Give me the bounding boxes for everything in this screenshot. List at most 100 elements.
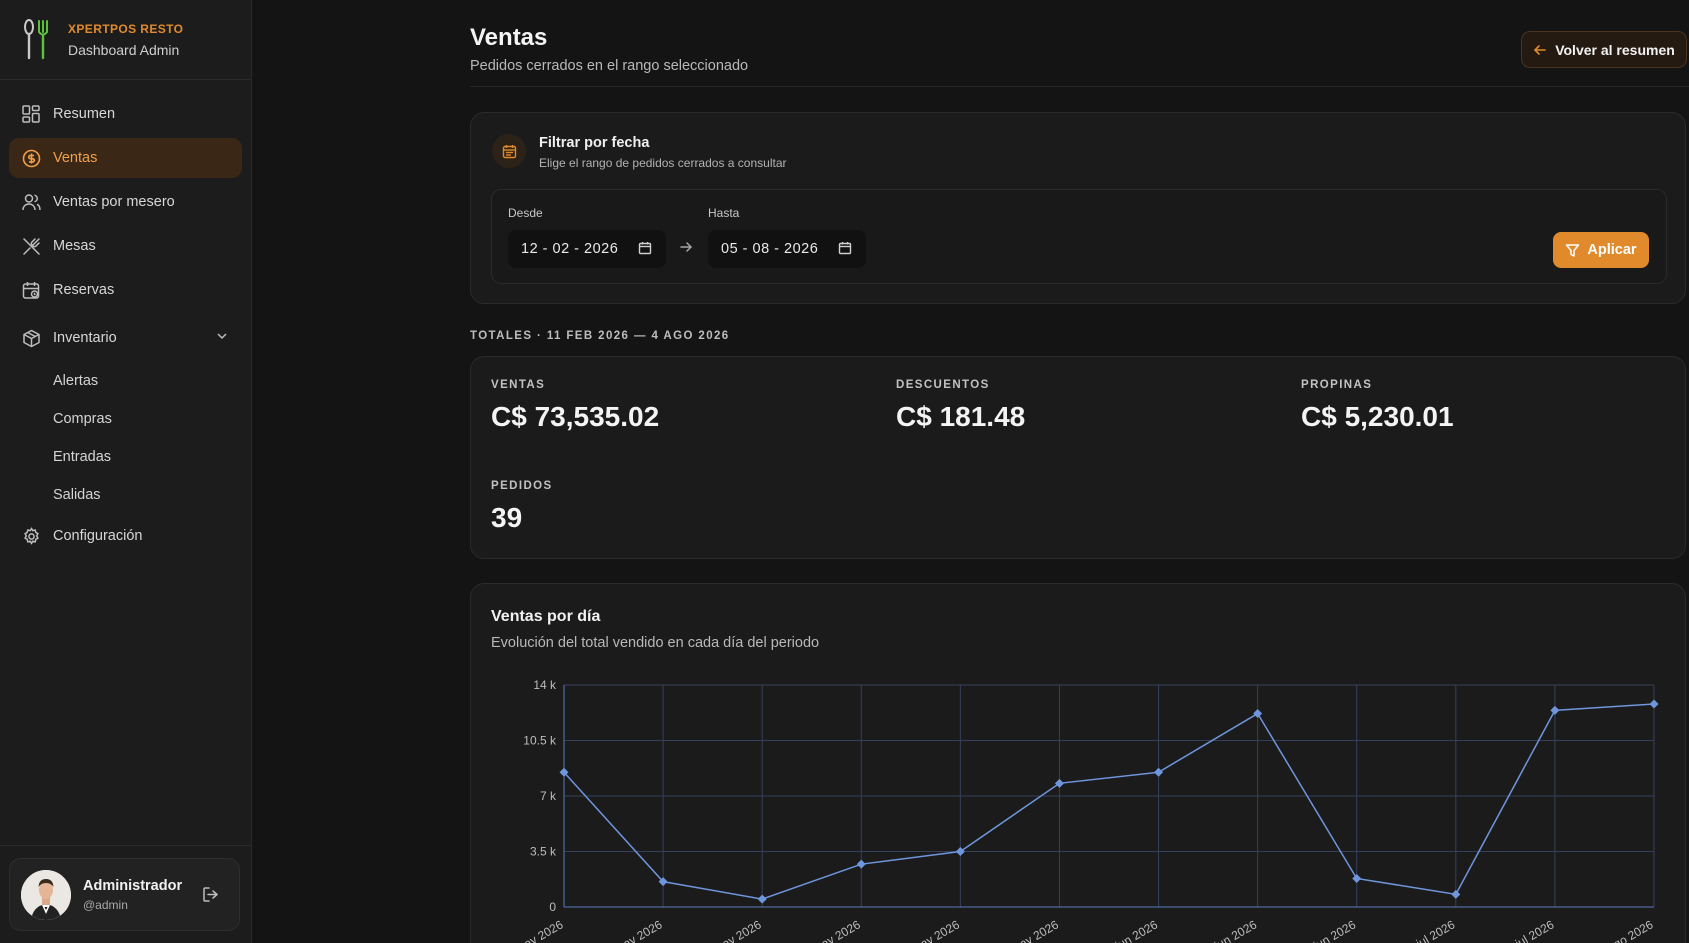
- calendar-icon[interactable]: [838, 241, 852, 259]
- main-content: Ventas Pedidos cerrados en el rango sele…: [470, 0, 1689, 943]
- x-tick-label: jul 2026: [1413, 917, 1458, 943]
- sidebar-subitem-compras[interactable]: Compras: [0, 400, 251, 438]
- gear-icon: [21, 526, 41, 546]
- x-tick-label: jun 2026: [1112, 917, 1160, 943]
- y-tick-label: 10.5 k: [523, 734, 557, 748]
- sidebar-item-resumen[interactable]: Resumen: [9, 94, 242, 134]
- from-label: Desde: [508, 206, 543, 220]
- to-label: Hasta: [708, 206, 740, 220]
- sidebar-subitem-entradas[interactable]: Entradas: [0, 438, 251, 476]
- from-date-value: 12 - 02 - 2026: [521, 241, 619, 257]
- x-tick-label: jul 2026: [1512, 917, 1557, 943]
- stat-value: C$ 181.48: [896, 401, 1026, 432]
- filter-title: Filtrar por fecha: [539, 135, 650, 151]
- user-card[interactable]: Administrador @admin: [9, 858, 240, 931]
- stat-value: C$ 73,535.02: [491, 401, 660, 432]
- sales-by-day-chart-card: Ventas por día Evolución del total vendi…: [470, 583, 1686, 943]
- back-button-label: Volver al resumen: [1555, 41, 1675, 58]
- sidebar-item-label: Resumen: [53, 106, 116, 122]
- stat-descuentos: DESCUENTOS C$ 181.48: [896, 379, 1025, 433]
- data-point: [1253, 709, 1263, 719]
- y-tick-label: 14 k: [533, 678, 557, 692]
- user-name: Administrador: [83, 877, 183, 894]
- data-point: [1352, 873, 1362, 883]
- sales-line-chart: 0 3.5 k 7 k 10.5 k 14 k may 2026 may 2026 may 2…: [513, 678, 1659, 943]
- sidebar-item-reservas[interactable]: Reservas: [9, 270, 242, 310]
- apply-button-label: Aplicar: [1587, 242, 1637, 258]
- stat-label: DESCUENTOS: [896, 379, 990, 391]
- sidebar-subitem-salidas[interactable]: Salidas: [0, 476, 251, 514]
- sidebar-item-label: Ventas: [53, 150, 98, 166]
- stat-pedidos: PEDIDOS 39: [491, 480, 553, 534]
- dollar-circle-icon: [21, 148, 41, 168]
- y-tick-label: 0: [549, 900, 556, 914]
- x-tick-label: may 2026: [513, 917, 566, 943]
- data-point: [1154, 767, 1164, 777]
- page-title: Ventas: [470, 24, 548, 51]
- series-line: [563, 703, 1655, 900]
- x-tick-label: may 2026: [1008, 917, 1061, 943]
- filter-icon: [1566, 243, 1580, 257]
- y-tick-label: 7 k: [540, 789, 557, 803]
- sidebar-nav: Resumen Ventas Ventas por mesero Mesas R…: [0, 80, 251, 556]
- stat-propinas: PROPINAS C$ 5,230.01: [1301, 379, 1454, 433]
- sidebar-item-inventario[interactable]: Inventario: [9, 318, 242, 358]
- logout-icon[interactable]: [202, 886, 219, 908]
- stat-value: 39: [491, 502, 523, 533]
- stat-label: PROPINAS: [1301, 379, 1373, 391]
- sidebar-item-configuracion[interactable]: Configuración: [9, 516, 242, 556]
- avatar: [21, 869, 71, 920]
- brand-name: XPERTPOS RESTO: [68, 21, 184, 36]
- chevron-down-icon[interactable]: [216, 330, 228, 346]
- x-tick-label: may 2026: [810, 917, 863, 943]
- data-point: [955, 847, 965, 856]
- data-point: [1451, 889, 1461, 899]
- x-tick-label: jun 2026: [1211, 917, 1259, 943]
- totals-range-label: TOTALES · 11 FEB 2026 — 4 AGO 2026: [470, 330, 730, 342]
- data-point: [1054, 778, 1064, 788]
- calendar-clock-icon: [21, 280, 41, 300]
- data-point: [1550, 705, 1560, 715]
- brand-subtitle: Dashboard Admin: [68, 41, 180, 58]
- x-tick-label: jun 2026: [1310, 917, 1358, 943]
- utensils-crossed-icon: [21, 236, 41, 256]
- stat-value: C$ 5,230.01: [1301, 401, 1454, 432]
- brand: XPERTPOS RESTO Dashboard Admin: [0, 0, 251, 80]
- sidebar-item-ventas[interactable]: Ventas: [9, 138, 242, 178]
- arrow-right-icon: [679, 240, 693, 259]
- stat-label: PEDIDOS: [491, 480, 553, 492]
- page-subtitle: Pedidos cerrados en el rango seleccionad…: [470, 58, 749, 74]
- sidebar-item-ventas-por-mesero[interactable]: Ventas por mesero: [9, 182, 242, 222]
- sidebar-item-label: Inventario: [53, 330, 117, 346]
- filter-subtitle: Elige el rango de pedidos cerrados a con…: [539, 156, 787, 170]
- totals-card: VENTAS C$ 73,535.02 DESCUENTOS C$ 181.48…: [470, 356, 1686, 559]
- date-filter-card: Filtrar por fecha Elige el rango de pedi…: [470, 112, 1686, 304]
- user-handle: @admin: [83, 897, 128, 912]
- fork-knife-logo-icon: [24, 18, 48, 59]
- sidebar-item-label: Mesas: [53, 238, 96, 254]
- sidebar: XPERTPOS RESTO Dashboard Admin Resumen V…: [0, 0, 252, 943]
- to-date-input[interactable]: 05 - 08 - 2026: [708, 230, 866, 268]
- sidebar-item-label: Ventas por mesero: [53, 194, 175, 210]
- x-tick-label: ago 2026: [1605, 917, 1656, 943]
- arrow-left-icon: [1534, 44, 1547, 55]
- divider: [470, 86, 1689, 87]
- divider: [0, 845, 252, 846]
- sidebar-item-label: Configuración: [53, 528, 143, 544]
- date-range-panel: Desde 12 - 02 - 2026 Hasta 05 - 08 - 202…: [491, 189, 1667, 284]
- from-date-input[interactable]: 12 - 02 - 2026: [508, 230, 666, 268]
- sidebar-item-mesas[interactable]: Mesas: [9, 226, 242, 266]
- y-tick-label: 3.5 k: [530, 845, 557, 859]
- sidebar-subitem-alertas[interactable]: Alertas: [0, 362, 251, 400]
- data-point: [1649, 699, 1659, 709]
- calendar-icon[interactable]: [638, 241, 652, 259]
- apply-filter-button[interactable]: Aplicar: [1553, 232, 1649, 268]
- x-tick-label: may 2026: [711, 917, 764, 943]
- calendar-icon: [492, 134, 526, 168]
- users-icon: [21, 192, 41, 212]
- to-date-value: 05 - 08 - 2026: [721, 241, 819, 257]
- back-to-summary-button[interactable]: Volver al resumen: [1521, 31, 1687, 68]
- x-tick-label: may 2026: [909, 917, 962, 943]
- x-tick-label: may 2026: [612, 917, 665, 943]
- data-point: [856, 859, 866, 869]
